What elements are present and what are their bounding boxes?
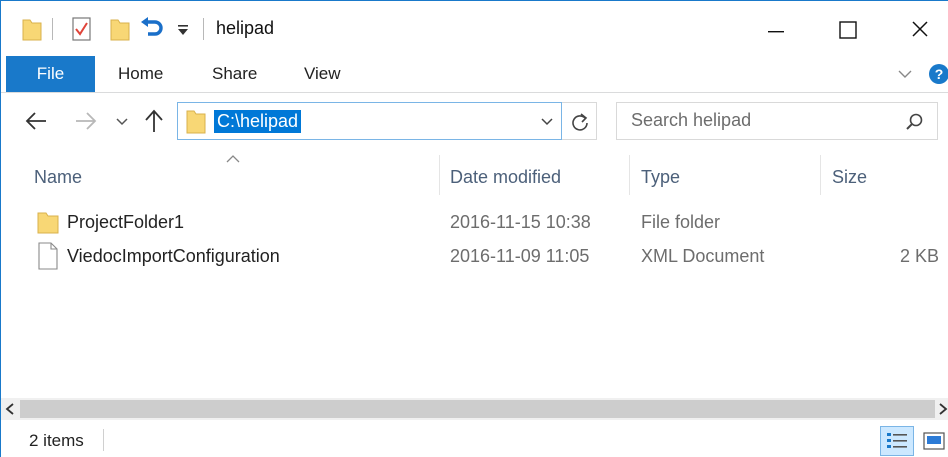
help-icon[interactable]: ?	[928, 63, 948, 85]
maximize-icon[interactable]	[820, 6, 876, 52]
column-name[interactable]: Name	[34, 167, 82, 188]
address-path[interactable]: C:\helipad	[214, 110, 302, 133]
sort-ascending-icon	[226, 155, 240, 163]
up-arrow-icon[interactable]	[143, 108, 165, 134]
file-type: XML Document	[641, 246, 765, 266]
svg-text:?: ?	[935, 66, 944, 82]
new-folder-icon[interactable]	[110, 16, 130, 42]
folder-icon	[22, 19, 42, 41]
large-icons-view-icon[interactable]	[922, 431, 946, 451]
scrollbar-thumb[interactable]	[20, 400, 935, 418]
details-view-icon[interactable]	[880, 426, 914, 456]
item-count: 2 items	[29, 431, 84, 450]
quick-access-separator	[52, 18, 53, 40]
expand-ribbon-icon[interactable]	[897, 67, 913, 81]
refresh-icon	[572, 113, 588, 131]
tab-file[interactable]: File	[6, 56, 95, 92]
column-size[interactable]: Size	[832, 167, 867, 188]
search-input[interactable]: Search helipad	[631, 110, 751, 131]
tab-home[interactable]: Home	[118, 56, 163, 92]
file-name[interactable]: ViedocImportConfiguration	[67, 246, 280, 267]
column-date-modified[interactable]: Date modified	[450, 167, 561, 188]
forward-arrow-icon[interactable]	[74, 110, 98, 132]
status-separator	[103, 429, 104, 451]
folder-icon	[37, 212, 59, 234]
scroll-left-icon[interactable]	[4, 402, 16, 416]
close-icon[interactable]	[892, 6, 948, 52]
file-date: 2016-11-09 11:05	[450, 246, 590, 266]
column-divider[interactable]	[629, 155, 630, 195]
document-icon	[38, 242, 58, 270]
recent-locations-icon[interactable]	[115, 116, 129, 128]
search-icon[interactable]	[905, 112, 925, 132]
undo-icon[interactable]	[140, 16, 166, 42]
title-separator	[203, 18, 204, 40]
properties-icon[interactable]	[70, 16, 94, 42]
customize-toolbar-icon[interactable]	[176, 24, 190, 38]
column-divider[interactable]	[439, 155, 440, 195]
minimize-icon[interactable]	[748, 6, 804, 52]
back-arrow-icon[interactable]	[24, 110, 48, 132]
status-bar	[1, 421, 948, 457]
file-size: 2 KB	[900, 246, 940, 266]
scroll-right-icon[interactable]	[937, 402, 948, 416]
tab-view[interactable]: View	[304, 56, 341, 92]
column-type[interactable]: Type	[641, 167, 680, 188]
file-name[interactable]: ProjectFolder1	[67, 212, 184, 233]
folder-icon	[186, 110, 206, 134]
window-title: helipad	[216, 18, 275, 38]
file-type: File folder	[641, 212, 721, 232]
column-divider[interactable]	[820, 155, 821, 195]
tab-share[interactable]: Share	[212, 56, 257, 92]
chevron-down-icon[interactable]	[540, 116, 554, 128]
file-date: 2016-11-15 10:38	[450, 212, 591, 232]
